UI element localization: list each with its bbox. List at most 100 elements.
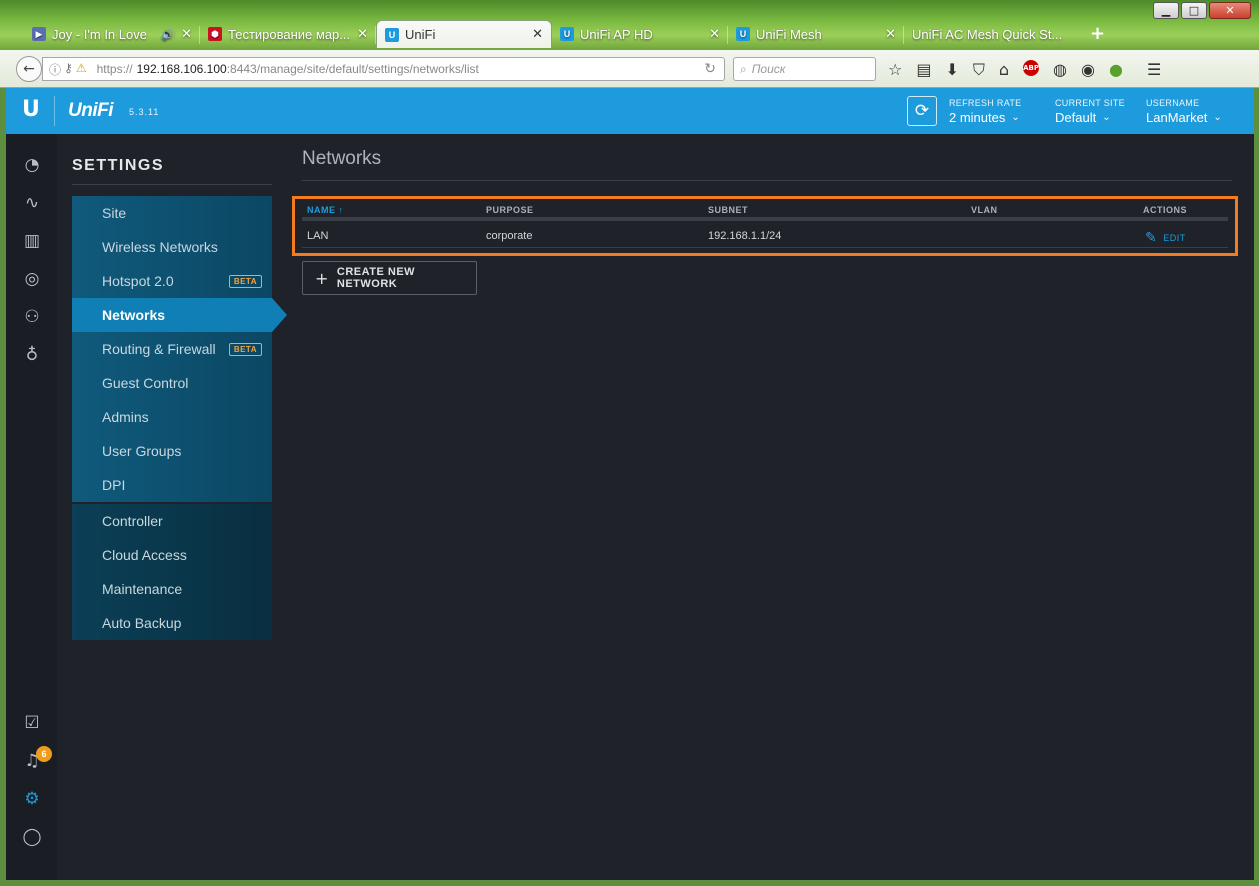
menu-item-guest-control[interactable]: Guest Control bbox=[72, 366, 272, 400]
tab-close-icon[interactable]: ✕ bbox=[532, 27, 543, 42]
menu-item-user-groups[interactable]: User Groups bbox=[72, 434, 272, 468]
key-icon: ⚷ bbox=[64, 60, 73, 75]
statistics-icon[interactable]: ∿ bbox=[21, 192, 43, 214]
devices-icon[interactable]: ◎ bbox=[21, 268, 43, 290]
menu-item-label: User Groups bbox=[102, 443, 182, 459]
eye-icon[interactable]: ◉ bbox=[1081, 60, 1095, 80]
star-icon[interactable]: ☆ bbox=[888, 60, 902, 80]
create-new-network-button[interactable]: + CREATE NEW NETWORK bbox=[302, 261, 477, 295]
refresh-icon: ⟳ bbox=[914, 101, 930, 121]
menu-item-label: DPI bbox=[102, 477, 126, 493]
site-favicon-icon: ⬢ bbox=[208, 27, 222, 41]
menu-item-maintenance[interactable]: Maintenance bbox=[72, 572, 272, 606]
clients-icon[interactable]: ⚇ bbox=[21, 306, 43, 328]
search-input[interactable]: ⌕ Поиск bbox=[733, 57, 876, 81]
chevron-down-icon: ⌄ bbox=[1213, 112, 1222, 123]
menu-item-label: Networks bbox=[102, 307, 166, 323]
maximize-button[interactable]: □ bbox=[1181, 2, 1207, 19]
url-bar[interactable]: ⓘ ⚷ ⚠ https://192.168.106.100:8443/manage/… bbox=[42, 57, 725, 81]
column-header-vlan[interactable]: VLAN bbox=[971, 205, 998, 215]
refresh-button[interactable]: ⟳ bbox=[907, 96, 937, 126]
menu-item-dpi[interactable]: DPI bbox=[72, 468, 272, 502]
ubiquiti-logo[interactable]: U bbox=[22, 98, 42, 122]
tab-joy[interactable]: ▶ Joy - I'm In Love 🔊 ✕ bbox=[24, 20, 200, 48]
menu-icon[interactable]: ☰ bbox=[1147, 60, 1161, 80]
tab-title: Joy - I'm In Love bbox=[52, 26, 147, 42]
menu-item-networks[interactable]: Networks bbox=[72, 298, 287, 332]
tab-close-icon[interactable]: ✕ bbox=[181, 27, 192, 42]
insights-icon[interactable]: ♁ bbox=[21, 344, 43, 366]
tab-unifi-mesh[interactable]: U UniFi Mesh ✕ bbox=[728, 20, 904, 48]
download-icon[interactable]: ⬇ bbox=[945, 60, 958, 80]
tab-unifi[interactable]: U UniFi ✕ bbox=[376, 20, 552, 48]
close-window-button[interactable]: ✕ bbox=[1209, 2, 1251, 19]
tab-unifi-ac-mesh[interactable]: UniFi AC Mesh Quick St... bbox=[904, 20, 1080, 48]
settings-gear-icon[interactable]: ⚙ bbox=[21, 788, 43, 810]
tab-close-icon[interactable]: ✕ bbox=[885, 27, 896, 42]
tab-close-icon[interactable]: ✕ bbox=[357, 27, 368, 42]
column-header-purpose[interactable]: PURPOSE bbox=[486, 205, 534, 215]
menu-item-site[interactable]: Site bbox=[72, 196, 272, 230]
left-icon-rail: ◔ ∿ ▥ ◎ ⚇ ♁ ☑ ♫ 6 ⚙ ◯ bbox=[6, 134, 57, 880]
reader-icon[interactable]: ▤ bbox=[916, 60, 931, 80]
create-button-label: CREATE NEW NETWORK bbox=[336, 266, 416, 290]
unifi-app: U UniFi 5.3.11 ⟳ REFRESH RATE 2 minutes ⌄… bbox=[6, 88, 1254, 880]
search-icon: ⌕ bbox=[740, 61, 747, 76]
menu-item-auto-backup[interactable]: Auto Backup bbox=[72, 606, 272, 640]
home-icon[interactable]: ⌂ bbox=[999, 60, 1009, 80]
warning-lock-icon: ⚠ bbox=[75, 60, 87, 75]
minimize-button[interactable]: ▁ bbox=[1153, 2, 1179, 19]
play-icon: ▶ bbox=[32, 27, 46, 41]
menu-item-routing-firewall[interactable]: Routing & Firewall BETA bbox=[72, 332, 272, 366]
cell-purpose: corporate bbox=[486, 230, 533, 242]
tab-close-icon[interactable]: ✕ bbox=[709, 27, 720, 42]
table-row: LAN corporate 192.168.1.1/24 ✎ EDIT bbox=[302, 224, 1228, 248]
refresh-rate-selector[interactable]: REFRESH RATE 2 minutes ⌄ bbox=[949, 98, 1021, 125]
page-title: Networks bbox=[302, 148, 382, 169]
menu-item-wireless-networks[interactable]: Wireless Networks bbox=[72, 230, 272, 264]
search-placeholder: Поиск bbox=[751, 62, 786, 76]
menu-item-cloud-access[interactable]: Cloud Access bbox=[72, 538, 272, 572]
settings-menu-secondary: Controller Cloud Access Maintenance Auto… bbox=[72, 504, 272, 640]
tab-testing[interactable]: ⬢ Тестирование мар... ✕ bbox=[200, 20, 376, 48]
tab-title: UniFi AC Mesh Quick St... bbox=[912, 26, 1063, 42]
column-header-subnet[interactable]: SUBNET bbox=[708, 205, 748, 215]
globe-icon[interactable]: ◍ bbox=[1053, 60, 1067, 80]
title-divider bbox=[302, 180, 1232, 181]
menu-item-label: Guest Control bbox=[102, 375, 189, 391]
notification-badge: 6 bbox=[36, 746, 52, 762]
username-label: USERNAME bbox=[1146, 98, 1200, 108]
map-icon[interactable]: ▥ bbox=[21, 230, 43, 252]
menu-item-admins[interactable]: Admins bbox=[72, 400, 272, 434]
pocket-icon[interactable]: ⛉ bbox=[973, 60, 985, 80]
menu-item-controller[interactable]: Controller bbox=[72, 504, 272, 538]
networks-table: NAME ↑ PURPOSE SUBNET VLAN ACTIONS LAN c… bbox=[292, 196, 1238, 256]
unifi-favicon-icon: U bbox=[736, 27, 750, 41]
reload-icon[interactable]: ↻ bbox=[704, 61, 716, 77]
site-info-icons[interactable]: ⓘ ⚷ ⚠ bbox=[49, 61, 87, 78]
dashboard-icon[interactable]: ◔ bbox=[21, 154, 43, 176]
adblock-icon[interactable]: ABP bbox=[1023, 60, 1040, 76]
menu-item-label: Admins bbox=[102, 409, 149, 425]
current-site-selector[interactable]: CURRENT SITE Default ⌄ bbox=[1055, 98, 1125, 125]
chat-icon[interactable]: ◯ bbox=[21, 826, 43, 848]
current-site-value: Default bbox=[1055, 110, 1097, 125]
tab-title: UniFi AP HD bbox=[580, 26, 653, 42]
edit-button[interactable]: ✎ EDIT bbox=[1145, 230, 1186, 246]
menu-item-hotspot[interactable]: Hotspot 2.0 BETA bbox=[72, 264, 272, 298]
url-scheme: https:// bbox=[96, 62, 133, 76]
events-icon[interactable]: ☑ bbox=[21, 712, 43, 734]
unifi-favicon-icon: U bbox=[560, 27, 574, 41]
menu-item-label: Wireless Networks bbox=[102, 239, 218, 255]
menu-item-label: Routing & Firewall bbox=[102, 341, 216, 357]
speaker-icon[interactable]: 🔊 bbox=[161, 28, 175, 41]
pencil-icon: ✎ bbox=[1145, 230, 1158, 246]
column-header-name[interactable]: NAME ↑ bbox=[307, 205, 344, 215]
tab-unifi-ap-hd[interactable]: U UniFi AP HD ✕ bbox=[552, 20, 728, 48]
info-icon[interactable]: ⓘ bbox=[49, 61, 61, 78]
username-selector[interactable]: USERNAME LanMarket ⌄ bbox=[1146, 98, 1222, 125]
leaf-icon[interactable]: ● bbox=[1109, 60, 1123, 80]
main-content: Networks NAME ↑ PURPOSE SUBNET VLAN ACTI… bbox=[292, 148, 1242, 295]
new-tab-button[interactable]: + bbox=[1090, 20, 1105, 48]
back-button[interactable]: ← bbox=[16, 56, 42, 82]
